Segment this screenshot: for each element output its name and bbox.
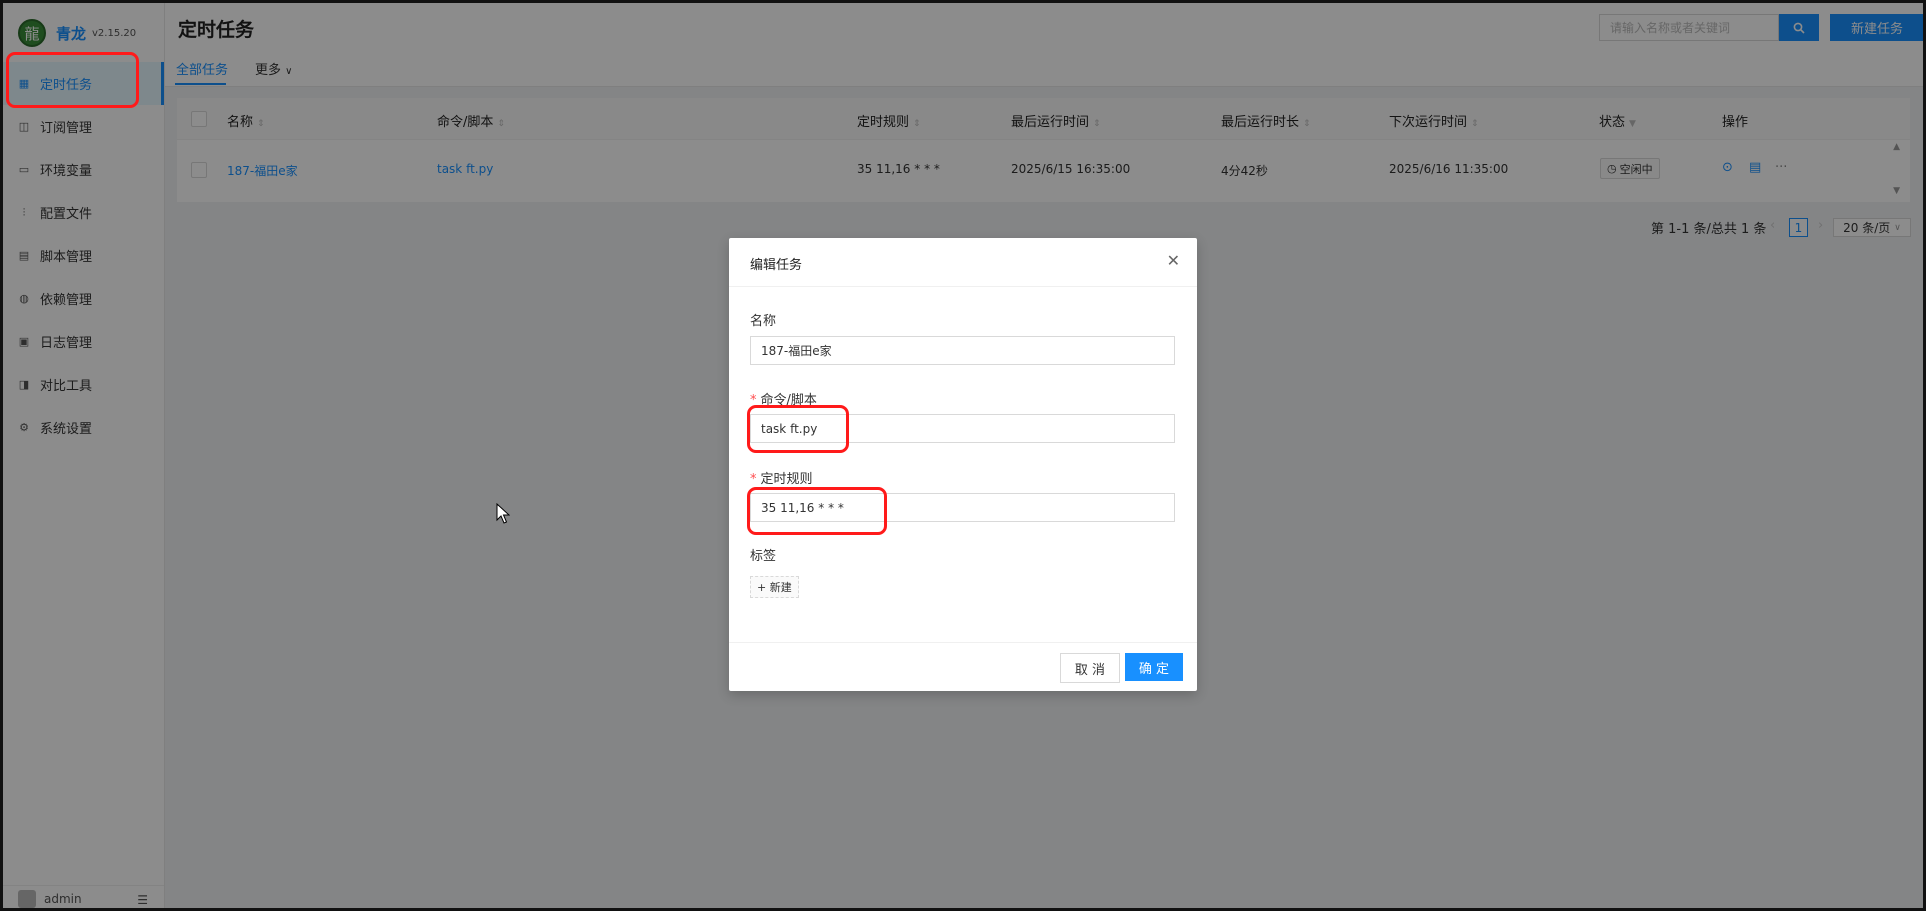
schedule-label: * 定时规则 xyxy=(750,468,813,487)
required-mark: * xyxy=(750,393,757,408)
modal-header: 编辑任务 ✕ xyxy=(729,238,1197,287)
cancel-button[interactable]: 取 消 xyxy=(1060,653,1120,683)
command-label-text: 命令/脚本 xyxy=(760,393,817,408)
required-mark: * xyxy=(750,472,757,487)
edit-task-modal: 编辑任务 ✕ 名称 *命令/脚本 *定时规则 标签 + 新建 取 消 确 定 xyxy=(729,238,1197,691)
command-input[interactable] xyxy=(750,414,1175,443)
command-label: * 命令/脚本 xyxy=(750,389,817,408)
tags-label: 标签 xyxy=(750,549,777,564)
add-tag-button[interactable]: + 新建 xyxy=(750,576,799,598)
schedule-input[interactable] xyxy=(750,493,1175,522)
confirm-button[interactable]: 确 定 xyxy=(1125,653,1183,681)
mouse-cursor-icon xyxy=(496,503,510,524)
modal-footer: 取 消 确 定 xyxy=(729,642,1197,691)
name-input[interactable] xyxy=(750,336,1175,365)
schedule-label-text: 定时规则 xyxy=(760,472,813,487)
name-label: 名称 xyxy=(750,314,777,329)
close-icon[interactable]: ✕ xyxy=(1167,251,1180,270)
modal-title: 编辑任务 xyxy=(750,258,803,273)
